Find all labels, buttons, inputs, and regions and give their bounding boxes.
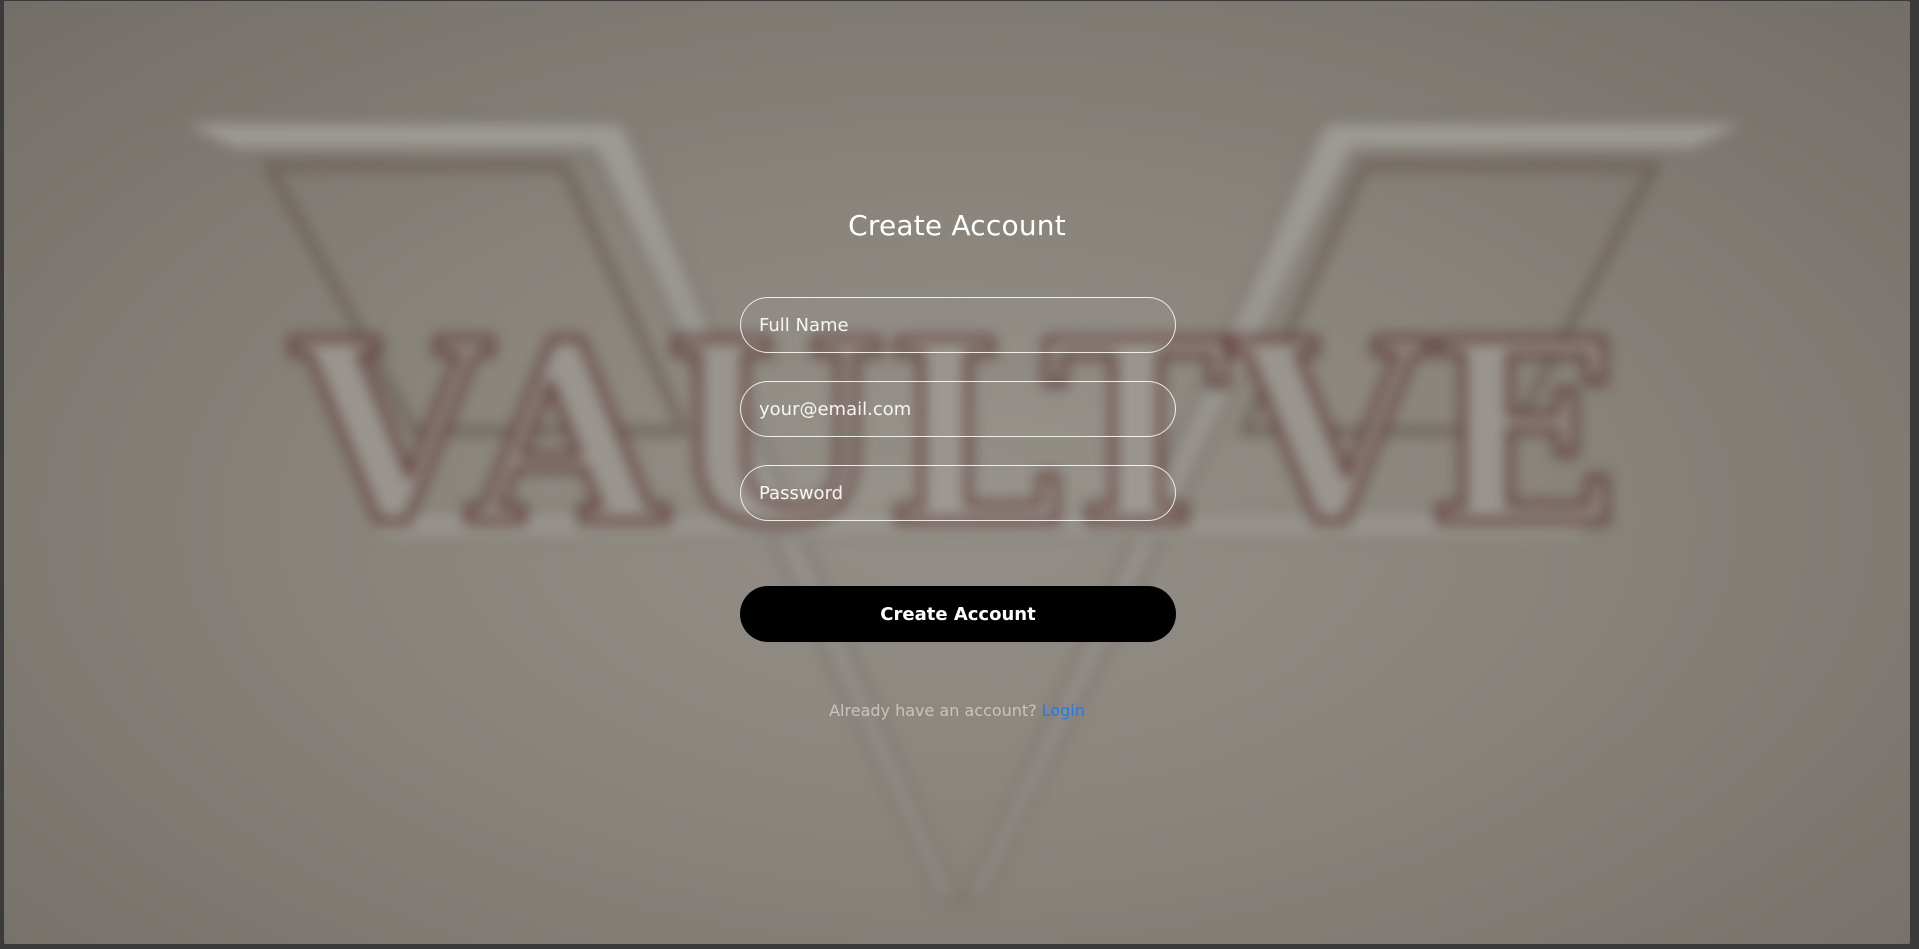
- signup-form: Create Account Create Account Already ha…: [4, 1, 1910, 944]
- create-account-button[interactable]: Create Account: [740, 586, 1176, 642]
- full-name-input[interactable]: [740, 297, 1176, 353]
- login-link[interactable]: Login: [1042, 701, 1085, 720]
- page-frame: VAULTVE Create Account Create Account Al…: [4, 1, 1910, 944]
- login-prompt: Already have an account? Login: [4, 701, 1910, 720]
- password-input[interactable]: [740, 465, 1176, 521]
- login-prompt-text: Already have an account?: [829, 701, 1037, 720]
- page-title: Create Account: [848, 209, 1066, 242]
- email-input[interactable]: [740, 381, 1176, 437]
